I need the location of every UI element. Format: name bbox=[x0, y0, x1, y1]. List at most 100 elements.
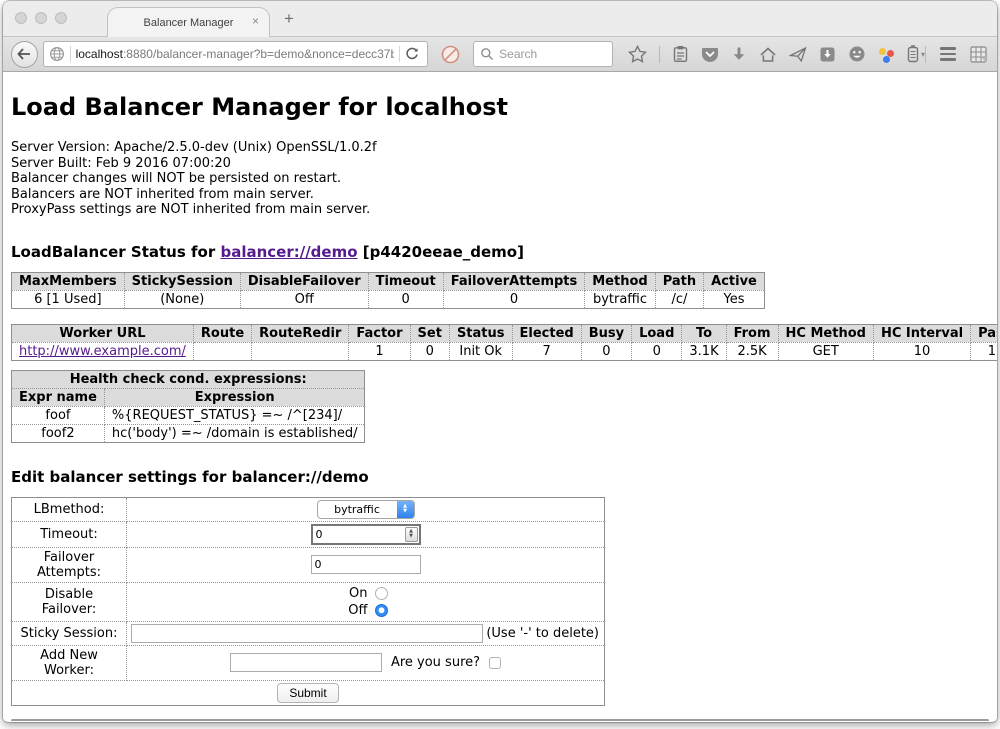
tab-balancer-manager[interactable]: Balancer Manager × bbox=[107, 7, 270, 37]
hamburger-icon bbox=[940, 47, 956, 60]
pocket-button[interactable] bbox=[701, 46, 719, 63]
tab-bar: Balancer Manager × + bbox=[3, 1, 997, 37]
disable-failover-row: Disable Failover: On Off bbox=[12, 582, 605, 621]
submit-button[interactable]: Submit bbox=[277, 683, 338, 703]
add-worker-cell: Are you sure? bbox=[127, 645, 605, 680]
server-version-line: Server Version: Apache/2.5.0-dev (Unix) … bbox=[11, 140, 989, 156]
timeout-input[interactable] bbox=[313, 528, 405, 541]
disable-failover-label: Disable Failover: bbox=[12, 582, 127, 621]
reload-button[interactable] bbox=[405, 47, 419, 61]
cell-to: 3.1K bbox=[682, 342, 726, 360]
col-set: Set bbox=[410, 324, 449, 342]
status-heading-suffix: [p4420eeae_demo] bbox=[358, 243, 524, 261]
hc-row-foof: foof %{REQUEST_STATUS} =~ /^[234]/ bbox=[12, 406, 365, 424]
page-content: Load Balancer Manager for localhost Serv… bbox=[3, 72, 997, 721]
battery-icon bbox=[907, 45, 919, 63]
balancer-demo-link[interactable]: balancer://demo bbox=[220, 243, 357, 261]
edit-balancer-form: LBmethod: bytraffic ▲▼ Timeout: ▲▼ bbox=[11, 497, 605, 706]
submit-row: Submit bbox=[12, 680, 605, 705]
col-load: Load bbox=[632, 324, 682, 342]
failover-on-radio[interactable] bbox=[375, 587, 388, 600]
feedback-smiley-button[interactable] bbox=[848, 45, 866, 63]
grid-extension-button[interactable] bbox=[970, 46, 987, 63]
cell-passes: 1 (0) bbox=[971, 342, 997, 360]
worker-header-row: Worker URL Route RouteRedir Factor Set S… bbox=[12, 324, 998, 342]
close-tab-icon[interactable]: × bbox=[252, 15, 259, 27]
failover-attempts-input[interactable] bbox=[311, 555, 421, 574]
cell-routeredir bbox=[252, 342, 349, 360]
balancer-header-row: MaxMembers StickySession DisableFailover… bbox=[12, 272, 765, 290]
hc-row-foof2: foof2 hc('body') =~ /domain is establish… bbox=[12, 424, 365, 442]
minimize-window-button[interactable] bbox=[35, 12, 47, 24]
url-text[interactable]: localhost:8880/balancer-manager?b=demo&n… bbox=[76, 47, 394, 61]
url-bar[interactable]: localhost:8880/balancer-manager?b=demo&n… bbox=[43, 41, 429, 67]
col-routeredir: RouteRedir bbox=[252, 324, 349, 342]
number-stepper-icon[interactable]: ▲▼ bbox=[405, 527, 418, 542]
select-stepper-icon: ▲▼ bbox=[397, 500, 414, 519]
health-check-table: Health check cond. expressions: Expr nam… bbox=[11, 370, 365, 443]
are-you-sure-checkbox[interactable] bbox=[489, 657, 501, 669]
downloads-button[interactable] bbox=[731, 46, 747, 63]
lbmethod-select[interactable]: bytraffic ▲▼ bbox=[317, 500, 415, 519]
close-window-button[interactable] bbox=[15, 12, 27, 24]
bookmark-star-button[interactable] bbox=[628, 45, 647, 63]
col-method: Method bbox=[585, 272, 655, 290]
cell-expr-name: foof2 bbox=[12, 424, 105, 442]
timeout-cell: ▲▼ bbox=[127, 521, 605, 547]
sticky-session-label: Sticky Session: bbox=[12, 621, 127, 645]
cell-route bbox=[193, 342, 251, 360]
send-plane-icon bbox=[789, 46, 807, 63]
sticky-session-row: Sticky Session: (Use '-' to delete) bbox=[12, 621, 605, 645]
menu-button[interactable] bbox=[940, 47, 956, 60]
cell-elected: 7 bbox=[512, 342, 581, 360]
battery-extension-button[interactable]: ▾ bbox=[907, 45, 925, 63]
col-to: To bbox=[682, 324, 726, 342]
cell-active: Yes bbox=[704, 290, 765, 308]
share-button[interactable] bbox=[789, 46, 807, 63]
zoom-window-button[interactable] bbox=[55, 12, 67, 24]
worker-url-link[interactable]: http://www.example.com/ bbox=[19, 344, 186, 359]
url-domain: localhost bbox=[76, 47, 123, 61]
col-hc-interval: HC Interval bbox=[873, 324, 970, 342]
toolbar-right-group bbox=[925, 46, 987, 63]
worker-data-row: http://www.example.com/ 1 0 Init Ok 7 0 … bbox=[12, 342, 998, 360]
hc-title-row: Health check cond. expressions: bbox=[12, 370, 365, 388]
hc-header-row: Expr name Expression bbox=[12, 388, 365, 406]
home-button[interactable] bbox=[759, 46, 777, 63]
sticky-session-input[interactable] bbox=[131, 624, 483, 643]
lbmethod-selected-value: bytraffic bbox=[318, 503, 397, 516]
new-tab-button[interactable]: + bbox=[284, 9, 294, 29]
navigation-toolbar: localhost:8880/balancer-manager?b=demo&n… bbox=[3, 37, 997, 72]
timeout-field[interactable]: ▲▼ bbox=[311, 524, 421, 545]
colorful-dots-extension-button[interactable] bbox=[878, 46, 895, 63]
add-worker-input[interactable] bbox=[230, 653, 382, 672]
content-block-button[interactable] bbox=[441, 45, 460, 64]
timeout-label: Timeout: bbox=[12, 521, 127, 547]
back-button[interactable] bbox=[11, 41, 38, 68]
failover-attempts-cell bbox=[127, 547, 605, 582]
cell-path: /c/ bbox=[655, 290, 703, 308]
search-bar[interactable]: Search bbox=[473, 41, 613, 67]
col-maxmembers: MaxMembers bbox=[12, 272, 125, 290]
hc-table-title: Health check cond. expressions: bbox=[12, 370, 365, 388]
col-hc-method: HC Method bbox=[778, 324, 873, 342]
col-factor: Factor bbox=[349, 324, 410, 342]
col-busy: Busy bbox=[581, 324, 631, 342]
cell-timeout: 0 bbox=[368, 290, 443, 308]
save-page-button[interactable] bbox=[819, 46, 836, 63]
failover-off-radio[interactable] bbox=[375, 604, 388, 617]
col-timeout: Timeout bbox=[368, 272, 443, 290]
server-built-line: Server Built: Feb 9 2016 07:00:20 bbox=[11, 156, 989, 172]
col-elected: Elected bbox=[512, 324, 581, 342]
block-slash-icon bbox=[441, 45, 460, 64]
cell-hc-method: GET bbox=[778, 342, 873, 360]
bookmarks-menu-button[interactable] bbox=[672, 45, 689, 63]
clipboard-icon bbox=[672, 45, 689, 63]
disable-failover-cell: On Off bbox=[127, 582, 605, 621]
back-arrow-icon bbox=[17, 48, 31, 60]
star-icon bbox=[628, 45, 647, 63]
reload-separator bbox=[399, 46, 400, 62]
radio-off-label: Off bbox=[344, 602, 368, 619]
add-worker-label: Add New Worker: bbox=[12, 645, 127, 680]
reload-icon bbox=[405, 47, 419, 61]
